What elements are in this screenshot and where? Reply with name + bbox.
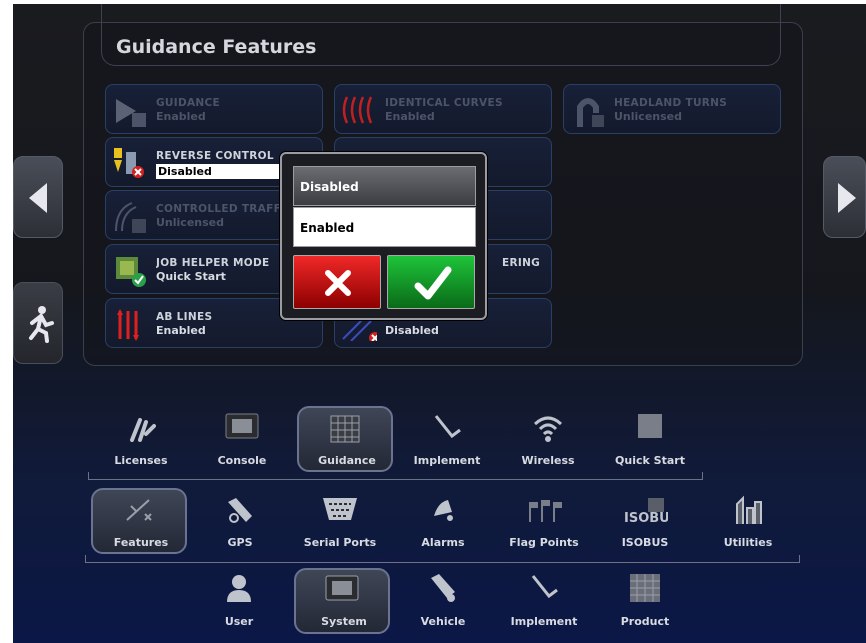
- option-enabled[interactable]: Enabled: [293, 207, 476, 247]
- console-icon: [225, 413, 259, 439]
- headland-turns-icon: [577, 98, 604, 127]
- nav-system[interactable]: System: [294, 568, 390, 634]
- nav-quick-start[interactable]: Quick Start: [602, 406, 698, 472]
- nav-label: Utilities: [723, 536, 773, 549]
- nav-user[interactable]: User: [191, 568, 287, 634]
- product-icon: [630, 574, 660, 602]
- vehicle-icon: [431, 574, 455, 602]
- nav-label: Vehicle: [420, 615, 466, 628]
- gps-icon: [228, 498, 252, 523]
- wireless-icon: [533, 416, 563, 442]
- feature-status: Unlicensed: [156, 216, 224, 229]
- ab-lines-icon: [117, 309, 139, 341]
- feature-label: HEADLAND TURNS: [614, 97, 728, 109]
- x-icon: [325, 270, 351, 296]
- svg-text:ISOBUS: ISOBUS: [624, 511, 668, 524]
- guidance-icon: [116, 99, 146, 127]
- job-helper-icon: [116, 257, 146, 287]
- check-icon: [414, 266, 452, 300]
- guidance-grid-icon: [330, 415, 360, 443]
- identical-curves-icon: [342, 96, 373, 124]
- cancel-button[interactable]: [293, 255, 381, 309]
- nav-label: Quick Start: [615, 454, 685, 467]
- serial-ports-icon: [323, 498, 357, 520]
- option-disabled[interactable]: Disabled: [293, 166, 476, 206]
- nav-label: GPS: [227, 536, 253, 549]
- feature-status: Enabled: [156, 324, 206, 337]
- nav-label: Product: [620, 615, 670, 628]
- nav-utilities[interactable]: Utilities: [700, 488, 796, 554]
- implement-icon: [531, 575, 558, 599]
- nav-console[interactable]: Console: [194, 406, 290, 472]
- feature-status: Disabled: [385, 324, 439, 337]
- nav-features[interactable]: Features: [91, 488, 187, 554]
- nav-label: Features: [113, 536, 169, 549]
- system-icon: [325, 575, 359, 601]
- feature-label: GUIDANCE: [156, 97, 220, 109]
- confirm-button[interactable]: [387, 255, 475, 309]
- feature-status: Quick Start: [156, 270, 226, 283]
- page-title: Guidance Features: [116, 36, 317, 58]
- isobus-icon: ISOBUS: [624, 498, 668, 524]
- feature-headland-turns[interactable]: HEADLAND TURNS Unlicensed: [563, 84, 781, 134]
- nav-wireless[interactable]: Wireless: [500, 406, 596, 472]
- nav-gps[interactable]: GPS: [192, 488, 288, 554]
- nav-product[interactable]: Product: [597, 568, 693, 634]
- user-icon: [227, 575, 251, 602]
- feature-status: Enabled: [385, 110, 435, 123]
- nav-label: ISOBUS: [621, 536, 669, 549]
- feature-status: Unlicensed: [614, 110, 682, 123]
- nav-implement-2[interactable]: Implement: [496, 568, 592, 634]
- previous-page-button[interactable]: [13, 156, 63, 238]
- screen: Guidance Features GUIDANCE Enabled IDENT…: [13, 4, 866, 643]
- nav-label: Alarms: [421, 536, 465, 549]
- utilities-icon: [736, 495, 762, 524]
- feature-identical-curves[interactable]: IDENTICAL CURVES Enabled: [334, 84, 552, 134]
- nav-label: Console: [217, 454, 267, 467]
- nav-label: User: [224, 615, 254, 628]
- flag-points-icon: [529, 500, 562, 522]
- nav-row2-bracket: [85, 555, 800, 563]
- nav-isobus[interactable]: ISOBUS ISOBUS: [597, 488, 693, 554]
- implement-icon: [434, 415, 461, 439]
- reverse-control-icon: [114, 148, 144, 178]
- nav-licenses[interactable]: Licenses: [93, 406, 189, 472]
- nav-guidance[interactable]: Guidance: [297, 406, 393, 472]
- option-popup: Disabled Enabled: [280, 152, 487, 320]
- arrow-left-icon: [29, 183, 47, 213]
- controlled-traffic-icon: [115, 202, 146, 233]
- features-icon: [126, 499, 152, 521]
- exit-run-button[interactable]: [13, 282, 63, 364]
- nav-label: System: [321, 615, 367, 628]
- nav-flag-points[interactable]: Flag Points: [496, 488, 592, 554]
- alarms-icon: [434, 500, 453, 521]
- licenses-icon: [130, 418, 156, 442]
- nav-label: Implement: [510, 615, 578, 628]
- nav-alarms[interactable]: Alarms: [395, 488, 491, 554]
- nav-label: Guidance: [318, 454, 376, 467]
- nav-label: Flag Points: [509, 536, 579, 549]
- quick-start-icon: [638, 414, 662, 438]
- nav-label: Licenses: [114, 454, 168, 467]
- nav-implement[interactable]: Implement: [399, 406, 495, 472]
- nav-label: Wireless: [521, 454, 575, 467]
- feature-label: IDENTICAL CURVES: [385, 97, 503, 109]
- next-page-button[interactable]: [823, 156, 866, 238]
- nav-row1-bracket: [88, 472, 703, 480]
- feature-guidance[interactable]: GUIDANCE Enabled: [105, 84, 323, 134]
- nav-label: Serial Ports: [303, 536, 377, 549]
- nav-vehicle[interactable]: Vehicle: [395, 568, 491, 634]
- nav-serial-ports[interactable]: Serial Ports: [292, 488, 388, 554]
- reverse-control-value[interactable]: Disabled: [156, 164, 283, 179]
- running-man-icon: [29, 306, 54, 343]
- arrow-right-icon: [838, 183, 856, 213]
- nav-label: Implement: [413, 454, 481, 467]
- feature-status: Enabled: [156, 110, 206, 123]
- feature-label: ERING: [502, 257, 541, 269]
